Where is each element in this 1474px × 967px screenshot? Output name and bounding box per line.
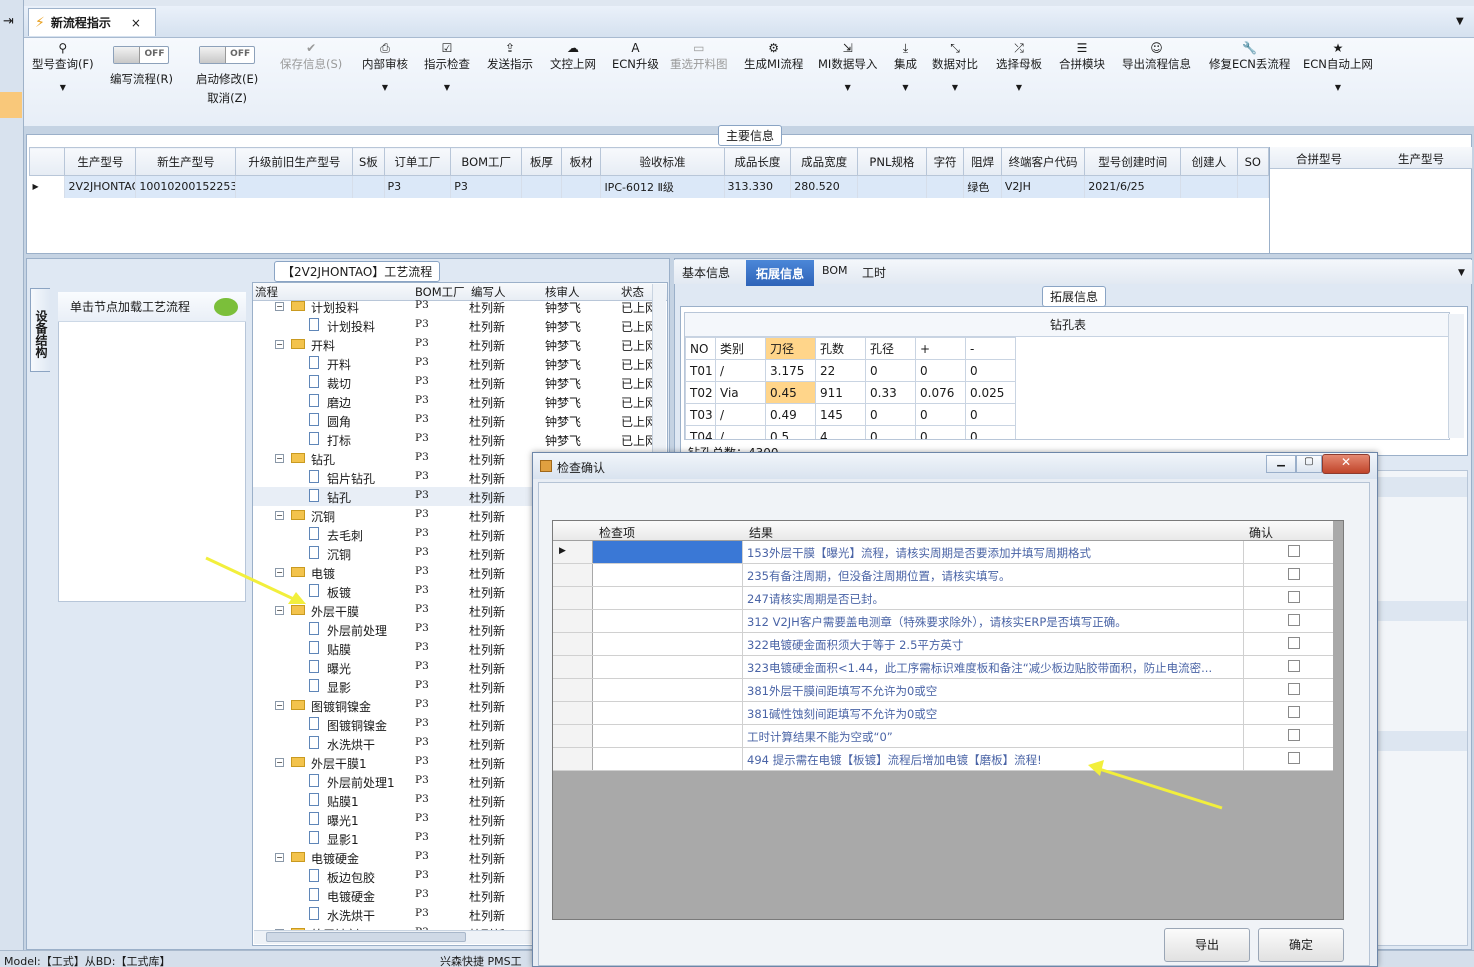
arrow-line	[1095, 766, 1223, 810]
arrow-head	[1088, 760, 1104, 776]
arrow-line	[205, 556, 301, 604]
annotation-arrows	[205, 556, 1223, 810]
